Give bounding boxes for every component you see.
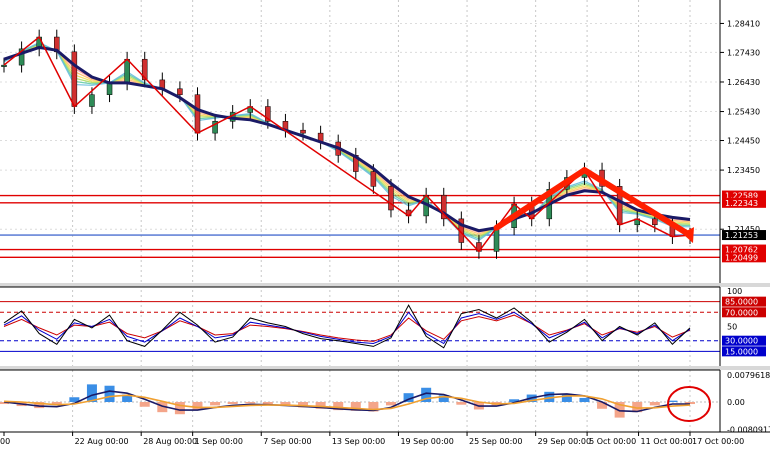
price-axis[interactable]: 1.28410 1.27430 1.26430 1.25430 1.24450 1.234… [720,19,766,263]
candle-body [194,94,201,134]
candle-body [106,82,113,95]
time-axis-label: 13 Sep 00:00 [332,437,385,446]
time-axis-label: 22 Aug 00:00 [75,437,129,446]
candle-body [71,51,78,107]
oscillator-level-label: 85.0000 [725,298,758,307]
time-axis-label: 11 Oct 00:00 [641,437,693,446]
histogram-bar [456,402,467,405]
candle-body [89,94,95,107]
price-axis-label: 1.23450 [727,166,760,175]
oscillator-axis-label: 50 [727,323,737,332]
histogram-bar [245,402,256,404]
price-axis-label: 1.27430 [727,48,760,57]
histogram-axis-label: -0.0080917 [727,425,770,434]
time-axis-label: 5 Oct 00:00 [589,437,636,446]
time-axis-label: 7 Sep 00:00 [263,437,311,446]
oscillator-level-label: 30.0000 [725,337,758,346]
time-axis-label: 28 Aug 00:00 [143,437,197,446]
price-tag-label: 1.22343 [725,199,758,208]
histogram-bar [104,385,115,402]
histogram-bar [385,402,396,406]
price-tag-label: 1.20499 [725,253,758,262]
histogram-bar [227,402,238,405]
histogram-bar [210,402,221,406]
candle-body [300,129,306,134]
time-axis-label: 1 Sep 00:00 [195,437,243,446]
candle-body [177,88,183,95]
histogram-bar [579,397,590,402]
price-axis-label: 1.24450 [727,137,760,146]
time-axis-label: 17 Oct 00:00 [692,437,744,446]
histogram-bar [649,402,660,406]
time-axis-label: 29 Sep 00:00 [538,437,591,446]
price-axis-label: 1.28410 [727,19,760,28]
price-axis-label: 1.25430 [727,108,760,117]
oscillator-level-label: 15.0000 [725,347,758,356]
chart-window[interactable]: 1.28410 1.27430 1.26430 1.25430 1.24450 1.234… [0,0,770,450]
oscillator-level-label: 70.0000 [725,308,758,317]
candle-body [652,218,658,226]
candle-body [388,186,394,211]
candle-body [1,64,7,67]
candle-body [124,58,130,84]
price-axis-label: 1.26430 [727,78,760,87]
histogram-bar [139,402,150,407]
histogram-axis-label: 0.00 [727,398,745,407]
time-axis-label: 00 [0,437,10,446]
time-axis-label: 19 Sep 00:00 [400,437,453,446]
histogram-bar [192,402,203,410]
histogram-axis-label: 0.0079618 [727,371,770,380]
candle-body [370,171,377,187]
oscillator-axis-label: 100 [727,287,742,296]
price-tag-label: 1.21253 [725,231,758,240]
time-axis-label: 25 Sep 00:00 [469,437,522,446]
